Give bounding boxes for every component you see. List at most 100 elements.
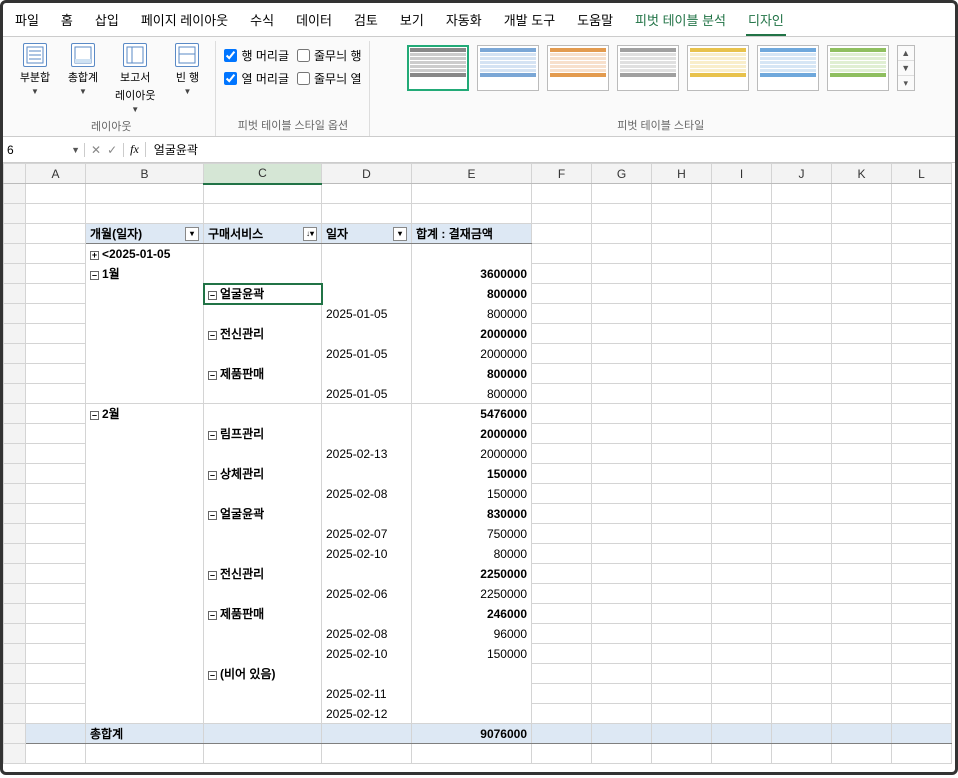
col-header[interactable]: C (204, 164, 322, 184)
row-header[interactable] (4, 704, 26, 724)
collapse-icon[interactable]: – (90, 411, 99, 420)
select-all-corner[interactable] (4, 164, 26, 184)
tab-design[interactable]: 디자인 (746, 7, 786, 36)
row-header[interactable] (4, 184, 26, 204)
tab-pivot-analyze[interactable]: 피벗 테이블 분석 (633, 7, 728, 36)
pivot-row[interactable]: –제품판매 (204, 604, 322, 624)
scroll-down-icon[interactable]: ▼ (898, 61, 914, 76)
cell[interactable]: 800000 (412, 384, 532, 404)
banded-cols-checkbox[interactable] (297, 72, 310, 85)
cell[interactable]: 5476000 (412, 404, 532, 424)
row-header[interactable] (4, 604, 26, 624)
cell[interactable]: 800000 (412, 304, 532, 324)
tab-home[interactable]: 홈 (59, 7, 75, 36)
col-header[interactable]: I (712, 164, 772, 184)
pivot-field-date[interactable]: 일자▾ (322, 224, 412, 244)
cell[interactable]: 80000 (412, 544, 532, 564)
grand-total-value[interactable]: 9076000 (412, 724, 532, 744)
row-header[interactable] (4, 464, 26, 484)
cell[interactable]: 2025-02-13 (322, 444, 412, 464)
cell[interactable]: 2025-02-08 (322, 624, 412, 644)
col-header[interactable]: D (322, 164, 412, 184)
chevron-down-icon[interactable]: ▼ (71, 145, 80, 155)
accept-formula-icon[interactable]: ✓ (107, 143, 117, 157)
sort-filter-icon[interactable]: ↓▾ (303, 227, 317, 241)
tab-page-layout[interactable]: 페이지 레이아웃 (139, 7, 230, 36)
collapse-icon[interactable]: – (208, 671, 217, 680)
cell[interactable]: 2000000 (412, 444, 532, 464)
cell[interactable]: 2025-01-05 (322, 384, 412, 404)
cell[interactable]: 150000 (412, 644, 532, 664)
tab-developer[interactable]: 개발 도구 (502, 7, 557, 36)
fx-icon[interactable]: fx (124, 142, 146, 157)
banded-rows-checkbox[interactable] (297, 49, 310, 62)
collapse-icon[interactable]: – (208, 291, 217, 300)
collapse-icon[interactable]: – (90, 271, 99, 280)
row-header[interactable] (4, 504, 26, 524)
pivot-row[interactable]: –2월 (86, 404, 204, 424)
collapse-icon[interactable]: – (208, 431, 217, 440)
row-header[interactable] (4, 244, 26, 264)
row-header[interactable] (4, 264, 26, 284)
row-header[interactable] (4, 484, 26, 504)
cell[interactable]: 2025-02-11 (322, 684, 412, 704)
expand-gallery-icon[interactable]: ▾ (898, 76, 914, 90)
pivot-row[interactable]: –상체관리 (204, 464, 322, 484)
row-header[interactable] (4, 684, 26, 704)
pivot-field-month[interactable]: 개월(일자)▾ (86, 224, 204, 244)
tab-help[interactable]: 도움말 (575, 7, 615, 36)
cell[interactable]: 2000000 (412, 424, 532, 444)
chk-col-headers[interactable]: 열 머리글 (224, 70, 289, 87)
filter-icon[interactable]: ▾ (185, 227, 199, 241)
cell[interactable]: 246000 (412, 604, 532, 624)
collapse-icon[interactable]: – (208, 331, 217, 340)
pivot-row[interactable]: –전신관리 (204, 564, 322, 584)
pivot-style-5[interactable] (687, 45, 749, 91)
grand-total-label[interactable]: 총합계 (86, 724, 204, 744)
report-layout-button[interactable]: 보고서 레이아웃 ▼ (111, 41, 159, 116)
tab-formulas[interactable]: 수식 (248, 7, 276, 36)
pivot-row[interactable]: –제품판매 (204, 364, 322, 384)
col-header[interactable]: F (532, 164, 592, 184)
cell[interactable]: 2250000 (412, 584, 532, 604)
cancel-formula-icon[interactable]: ✕ (91, 143, 101, 157)
row-header[interactable] (4, 644, 26, 664)
row-header[interactable] (4, 204, 26, 224)
filter-icon[interactable]: ▾ (393, 227, 407, 241)
cell[interactable]: 750000 (412, 524, 532, 544)
cell[interactable]: 800000 (412, 364, 532, 384)
row-header[interactable] (4, 524, 26, 544)
tab-data[interactable]: 데이터 (294, 7, 334, 36)
name-box[interactable]: 6 ▼ (3, 143, 85, 157)
pivot-style-1[interactable] (407, 45, 469, 91)
col-header[interactable]: K (832, 164, 892, 184)
pivot-field-service[interactable]: 구매서비스↓▾ (204, 224, 322, 244)
tab-view[interactable]: 보기 (398, 7, 426, 36)
collapse-icon[interactable]: – (208, 471, 217, 480)
col-header[interactable]: J (772, 164, 832, 184)
pivot-row[interactable]: –전신관리 (204, 324, 322, 344)
cell[interactable]: 2025-02-06 (322, 584, 412, 604)
cell[interactable]: 2025-01-05 (322, 304, 412, 324)
row-header[interactable] (4, 304, 26, 324)
pivot-row[interactable]: –(비어 있음) (204, 664, 322, 684)
spreadsheet-grid[interactable]: A B C D E F G H I J K L 개월(일자)▾ 구매서비스↓▾ … (3, 163, 955, 778)
cell[interactable]: 2025-02-07 (322, 524, 412, 544)
cell[interactable]: 2025-02-10 (322, 544, 412, 564)
cell[interactable]: 2000000 (412, 344, 532, 364)
pivot-style-6[interactable] (757, 45, 819, 91)
col-headers-checkbox[interactable] (224, 72, 237, 85)
row-header[interactable] (4, 364, 26, 384)
row-header[interactable] (4, 284, 26, 304)
col-header[interactable]: B (86, 164, 204, 184)
row-header[interactable] (4, 224, 26, 244)
pivot-row[interactable]: –림프관리 (204, 424, 322, 444)
cell[interactable]: 2025-01-05 (322, 344, 412, 364)
pivot-row[interactable]: –얼굴윤곽 (204, 504, 322, 524)
formula-input[interactable]: 얼굴윤곽 (146, 141, 955, 158)
row-header[interactable] (4, 344, 26, 364)
chk-banded-rows[interactable]: 줄무늬 행 (297, 47, 362, 64)
subtotals-button[interactable]: 부분합 ▼ (15, 41, 55, 98)
cell[interactable]: 3600000 (412, 264, 532, 284)
expand-icon[interactable]: + (90, 251, 99, 260)
